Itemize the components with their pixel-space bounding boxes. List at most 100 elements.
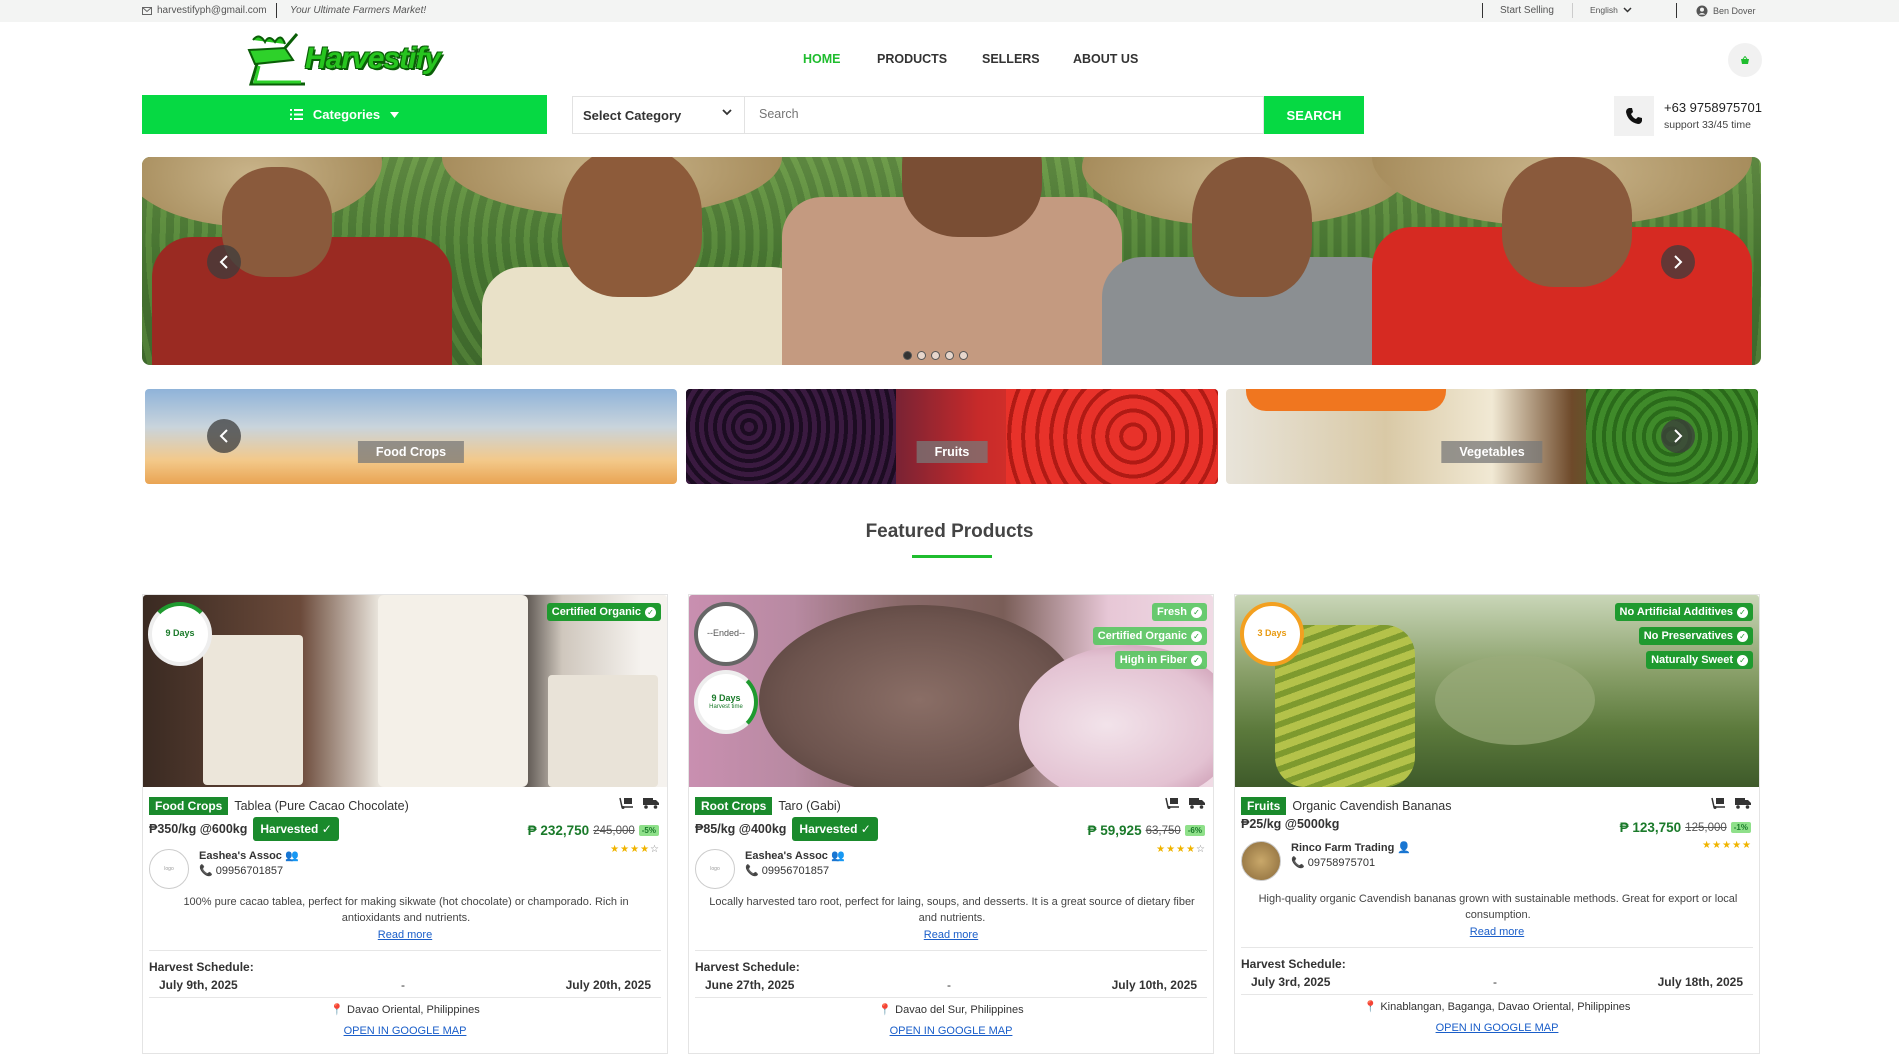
product-location: 📍 Davao del Sur, Philippines xyxy=(689,1003,1213,1016)
countdown-timer: 9 Days xyxy=(148,602,212,666)
harvest-schedule-label: Harvest Schedule: xyxy=(1241,957,1346,971)
star-icon: ★ xyxy=(1186,844,1196,855)
date-separator: - xyxy=(401,978,405,992)
product-badge: Certified Organic ✓ xyxy=(546,603,661,621)
star-icon: ★ xyxy=(620,844,630,855)
unit-row: ₱85/kg @400kg Harvested ✓ xyxy=(695,817,878,841)
seller-info[interactable]: logo Eashea's Assoc 👥 📞 09956701857 xyxy=(149,843,409,889)
nav-sellers[interactable]: SELLERS xyxy=(982,52,1040,66)
read-more-link[interactable]: Read more xyxy=(143,929,667,941)
harvest-end-date: July 18th, 2025 xyxy=(1657,975,1743,989)
seller-name: Rinco Farm Trading 👤 xyxy=(1291,841,1411,854)
harvestify-logo[interactable]: Harvestify xyxy=(245,30,445,88)
timer-label: 3 Days xyxy=(1257,628,1287,639)
google-map-link[interactable]: OPEN IN GOOGLE MAP xyxy=(1235,1022,1759,1034)
product-image: No Artificial Additives ✓ No Preservative… xyxy=(1235,595,1759,787)
category-select[interactable]: Select Category xyxy=(573,97,745,133)
farmer-face xyxy=(562,157,702,297)
discount-badge: -1% xyxy=(1730,822,1751,833)
date-separator: - xyxy=(1493,975,1497,989)
blackberries-image xyxy=(686,389,896,484)
google-map-link[interactable]: OPEN IN GOOGLE MAP xyxy=(689,1025,1213,1037)
badge-label: Naturally Sweet xyxy=(1651,654,1733,666)
product-name[interactable]: Organic Cavendish Bananas xyxy=(1292,799,1451,813)
product-name[interactable]: Taro (Gabi) xyxy=(778,799,841,813)
timer-label: 9 Days xyxy=(165,628,195,639)
categories-prev-button[interactable] xyxy=(207,419,241,453)
pagination-dot[interactable] xyxy=(903,351,912,360)
rating-stars: ★ ★ ★ ★ ☆ xyxy=(610,844,659,855)
pagination-dot[interactable] xyxy=(917,351,926,360)
product-card[interactable]: No Artificial Additives ✓ No Preservative… xyxy=(1234,594,1760,1054)
user-menu[interactable]: Ben Dover xyxy=(1696,5,1756,17)
star-empty-icon: ☆ xyxy=(650,844,659,855)
tablea-package xyxy=(548,675,658,787)
phone-icon xyxy=(1626,108,1642,124)
phone-icon: 📞 xyxy=(1291,857,1305,869)
badge-label: No Artificial Additives xyxy=(1619,606,1733,618)
unit-row: ₱350/kg @600kg Harvested ✓ xyxy=(149,817,339,841)
seller-info[interactable]: Rinco Farm Trading 👤 📞 09758975701 xyxy=(1241,835,1501,881)
seller-info[interactable]: logo Eashea's Assoc 👥 📞 09956701857 xyxy=(695,843,955,889)
start-selling-link[interactable]: Start Selling xyxy=(1500,5,1554,16)
category-tag[interactable]: Food Crops xyxy=(149,797,229,815)
pagination-dot[interactable] xyxy=(959,351,968,360)
categories-button[interactable]: Categories xyxy=(142,95,547,134)
divider xyxy=(1572,3,1573,18)
category-tag[interactable]: Root Crops xyxy=(695,797,773,815)
old-price: 125,000 xyxy=(1685,821,1727,834)
rating-stars: ★ ★ ★ ★ ★ xyxy=(1702,840,1751,851)
check-circle-icon: ✓ xyxy=(1191,654,1202,666)
timer-label: --Ended-- xyxy=(706,628,745,639)
product-title-row: Food Crops Tablea (Pure Cacao Chocolate) xyxy=(149,797,409,815)
nav-home[interactable]: HOME xyxy=(803,52,841,66)
product-name[interactable]: Tablea (Pure Cacao Chocolate) xyxy=(234,799,408,813)
map-pin-icon: 📍 xyxy=(330,1004,344,1016)
search-button[interactable]: SEARCH xyxy=(1264,96,1364,134)
user-icon: 👤 xyxy=(1397,842,1412,854)
badge-list: No Artificial Additives ✓ No Preservative… xyxy=(1614,603,1753,669)
search-input[interactable] xyxy=(759,107,1239,121)
nav-about-us[interactable]: ABOUT US xyxy=(1073,52,1138,66)
support-phone[interactable]: +63 9758975701 xyxy=(1664,100,1762,115)
language-select[interactable]: English xyxy=(1590,5,1632,15)
rating-stars: ★ ★ ★ ★ ☆ xyxy=(1156,844,1205,855)
harvest-status-label: Harvested xyxy=(799,822,858,836)
hero-carousel[interactable] xyxy=(142,157,1761,365)
category-card-fruits[interactable]: Fruits xyxy=(686,389,1218,484)
category-tag[interactable]: Fruits xyxy=(1241,797,1287,815)
map-pin-icon: 📍 xyxy=(1363,1001,1378,1013)
pagination-dot[interactable] xyxy=(931,351,940,360)
read-more-link[interactable]: Read more xyxy=(1235,926,1759,938)
cart-button[interactable] xyxy=(1728,43,1762,77)
read-more-link[interactable]: Read more xyxy=(689,929,1213,941)
harvest-status-label: Harvested xyxy=(260,822,319,836)
product-location: 📍 Kinablangan, Baganga, Davao Oriental, … xyxy=(1235,1000,1759,1013)
tablea-jar xyxy=(378,595,528,787)
google-map-link[interactable]: OPEN IN GOOGLE MAP xyxy=(143,1025,667,1037)
unit-price: ₱350/kg @600kg xyxy=(149,822,248,836)
search-bar: Select Category xyxy=(572,96,1264,134)
pagination-dot[interactable] xyxy=(945,351,954,360)
language-label: English xyxy=(1590,5,1618,15)
product-card[interactable]: Fresh ✓ Certified Organic ✓ High in Fiber ✓… xyxy=(688,594,1214,1054)
harvest-schedule-label: Harvest Schedule: xyxy=(695,960,800,974)
star-icon: ★ xyxy=(1722,840,1732,851)
hero-next-button[interactable] xyxy=(1661,245,1695,279)
badge-label: Fresh xyxy=(1157,606,1187,618)
current-price: ₱ 59,925 xyxy=(1087,823,1142,838)
badge-label: Certified Organic xyxy=(551,606,641,618)
hand-truck-icon xyxy=(1165,797,1179,809)
categories-label: Categories xyxy=(312,107,381,122)
current-price: ₱ 232,750 xyxy=(527,823,590,838)
logo-text: Harvestify xyxy=(305,42,441,75)
categories-next-button[interactable] xyxy=(1661,419,1695,453)
contact-email[interactable]: harvestifyph@gmail.com xyxy=(142,5,267,16)
product-badge: Certified Organic ✓ xyxy=(1092,627,1207,645)
seller-phone: 📞 09758975701 xyxy=(1291,856,1375,869)
hero-prev-button[interactable] xyxy=(207,245,241,279)
product-card[interactable]: Certified Organic ✓ 9 Days Food Crops Tab… xyxy=(142,594,668,1054)
product-image: Certified Organic ✓ 9 Days xyxy=(143,595,667,787)
nav-products[interactable]: PRODUCTS xyxy=(877,52,947,66)
seller-avatar: logo xyxy=(149,849,189,889)
